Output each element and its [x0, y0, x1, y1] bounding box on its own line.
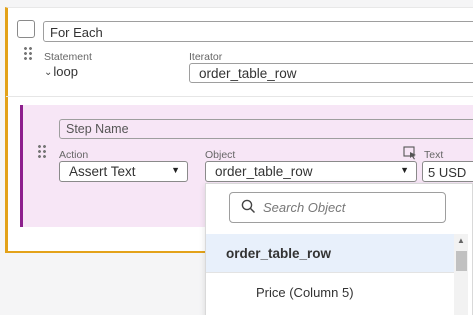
statement-label: Statement [44, 51, 92, 63]
action-label: Action [59, 149, 89, 161]
option-label: order_table_row [226, 246, 332, 261]
foreach-title-input[interactable]: For Each [43, 21, 473, 42]
dropdown-option[interactable]: Price (Column 5) [256, 285, 354, 300]
object-value: order_table_row [215, 164, 313, 179]
action-select[interactable]: Assert Text ▼ [59, 161, 188, 182]
iterator-input[interactable]: order_table_row [189, 63, 473, 83]
object-label: Object [205, 149, 236, 161]
search-icon [241, 199, 256, 214]
dropdown-arrow-icon: ▼ [400, 165, 409, 175]
dropdown-option-selected[interactable]: order_table_row [206, 234, 454, 272]
drag-handle-icon[interactable] [23, 46, 33, 60]
foreach-checkbox[interactable] [17, 20, 35, 38]
object-select[interactable]: order_table_row ▼ [205, 161, 417, 182]
divider [206, 272, 454, 273]
chevron-down-icon: ⌄ [44, 67, 53, 78]
iterator-label: Iterator [189, 51, 223, 63]
search-placeholder: Search Object [263, 200, 346, 215]
dropdown-scrollbar[interactable] [454, 234, 468, 315]
text-value-input[interactable]: 5 USD [422, 161, 473, 182]
scroll-up-arrow-icon[interactable]: ▲ [457, 236, 465, 245]
dropdown-arrow-icon: ▼ [171, 165, 180, 175]
text-label: Text [424, 149, 444, 161]
drag-handle-icon[interactable] [37, 144, 47, 158]
element-picker-icon[interactable] [403, 146, 418, 160]
statement-value: loop [53, 64, 78, 79]
statement-select[interactable]: ⌄loop [44, 64, 78, 79]
action-value: Assert Text [69, 164, 136, 179]
divider [6, 96, 473, 97]
step-name-input[interactable]: Step Name [59, 119, 473, 139]
scrollbar-thumb[interactable] [456, 251, 467, 271]
